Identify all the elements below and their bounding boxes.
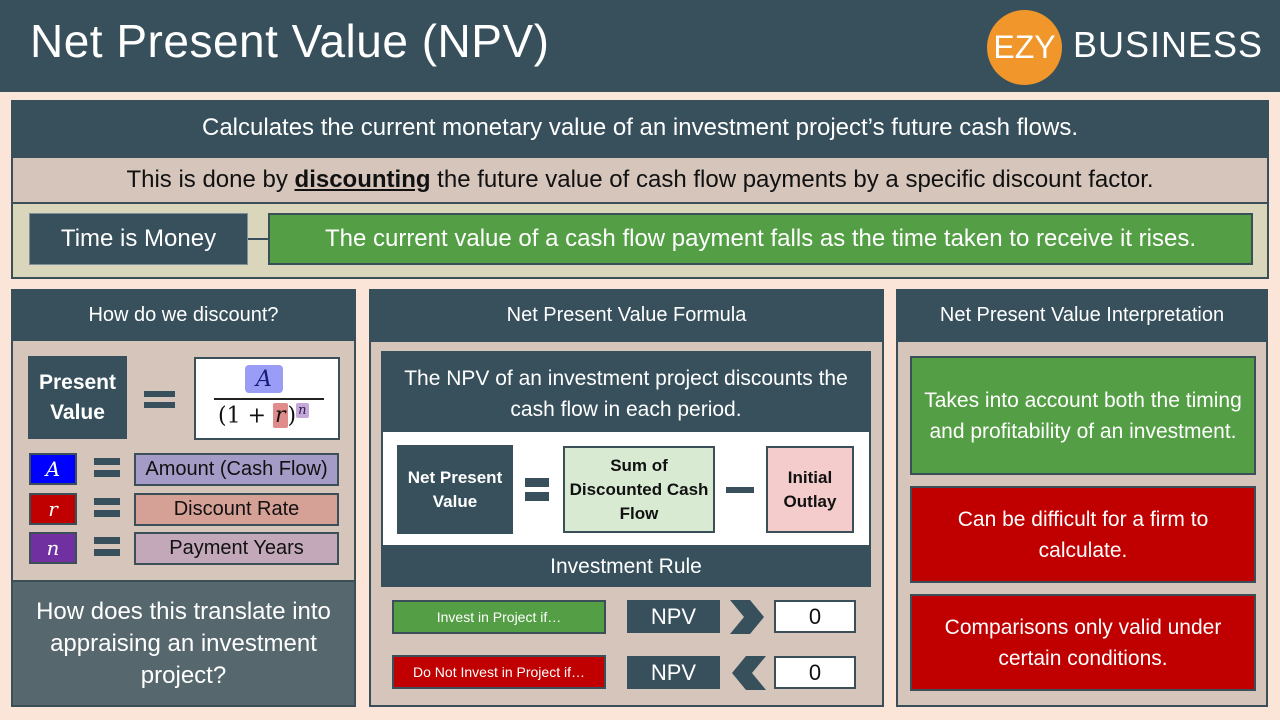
- interpretation-advantage: Takes into account both the timing and p…: [910, 356, 1256, 475]
- logo-text: BUSINESS: [1073, 24, 1264, 65]
- equals-sign-top: [144, 391, 175, 397]
- npv-formula-heading: Net Present Value Formula: [369, 289, 884, 342]
- denominator-close: ): [287, 403, 297, 429]
- equals-sign: [94, 498, 120, 505]
- discounting-prefix: This is done by: [126, 166, 295, 193]
- present-value-line2: Value: [50, 400, 105, 424]
- variable-symbol-years: n: [29, 532, 77, 564]
- present-value-line1: Present: [38, 370, 117, 394]
- interpretation-disadvantage: Comparisons only valid under certain con…: [910, 594, 1256, 691]
- rule-invest-value: 0: [774, 600, 856, 633]
- discounting-keyword: discounting: [294, 166, 431, 193]
- variable-symbol-amount: A: [29, 453, 77, 485]
- denominator-prefix: (1 +: [218, 403, 273, 429]
- connector-line: [248, 238, 268, 240]
- rule-do-not-invest-label: Do Not Invest in Project if…: [392, 655, 606, 689]
- sum-discounted-cash-flow-term: Sum of Discounted Cash Flow: [563, 446, 715, 533]
- page-title: Net Present Value (NPV): [30, 15, 550, 67]
- definition-banner: Calculates the current monetary value of…: [11, 100, 1269, 156]
- initial-outlay-term: Initial Outlay: [766, 446, 854, 533]
- rule-do-not-invest-value: 0: [774, 656, 856, 689]
- variable-label-rate: Discount Rate: [134, 493, 339, 526]
- formula-exponent: n: [296, 403, 309, 418]
- greater-than-icon: [730, 600, 764, 634]
- pv-formula: A (1 + r) n: [194, 357, 340, 440]
- equals-sign: [94, 537, 120, 544]
- equals-sign: [94, 510, 120, 517]
- denominator-rate: r: [273, 403, 288, 429]
- time-is-money-label: Time is Money: [29, 213, 248, 265]
- interpretation-heading: Net Present Value Interpretation: [896, 289, 1268, 342]
- equals-sign: [94, 549, 120, 556]
- time-is-money-text: The current value of a cash flow payment…: [268, 213, 1253, 265]
- variable-label-amount: Amount (Cash Flow): [134, 453, 339, 486]
- formula-denominator: (1 + r) n: [218, 403, 309, 429]
- investment-rule-heading: Investment Rule: [550, 555, 702, 578]
- variable-symbol-rate: r: [29, 493, 77, 525]
- equals-sign: [94, 458, 120, 465]
- discount-panel-heading: How do we discount?: [11, 289, 356, 341]
- rule-do-not-invest-metric: NPV: [627, 656, 720, 689]
- equals-sign-bottom: [525, 492, 549, 501]
- rule-invest-label: Invest in Project if…: [392, 600, 606, 634]
- present-value-box: Present Value: [28, 356, 127, 439]
- logo-circle: EZY: [987, 10, 1062, 85]
- equals-sign-bottom: [144, 402, 175, 408]
- variable-label-years: Payment Years: [134, 532, 339, 565]
- fraction-line: [214, 398, 324, 400]
- formula-numerator: A: [245, 365, 283, 393]
- less-than-icon: [732, 656, 766, 690]
- minus-sign: [726, 487, 754, 493]
- equals-sign-top: [525, 478, 549, 487]
- rule-invest-metric: NPV: [627, 600, 720, 633]
- npv-description: The NPV of an investment project discoun…: [404, 367, 848, 421]
- appraisal-question: How does this translate into appraising …: [11, 580, 356, 707]
- npv-term: Net Present Value: [397, 445, 513, 534]
- equals-sign: [94, 470, 120, 477]
- interpretation-disadvantage: Can be difficult for a firm to calculate…: [910, 486, 1256, 583]
- discounting-banner: This is done by discounting the future v…: [11, 156, 1269, 204]
- discounting-suffix: the future value of cash flow payments b…: [430, 166, 1154, 193]
